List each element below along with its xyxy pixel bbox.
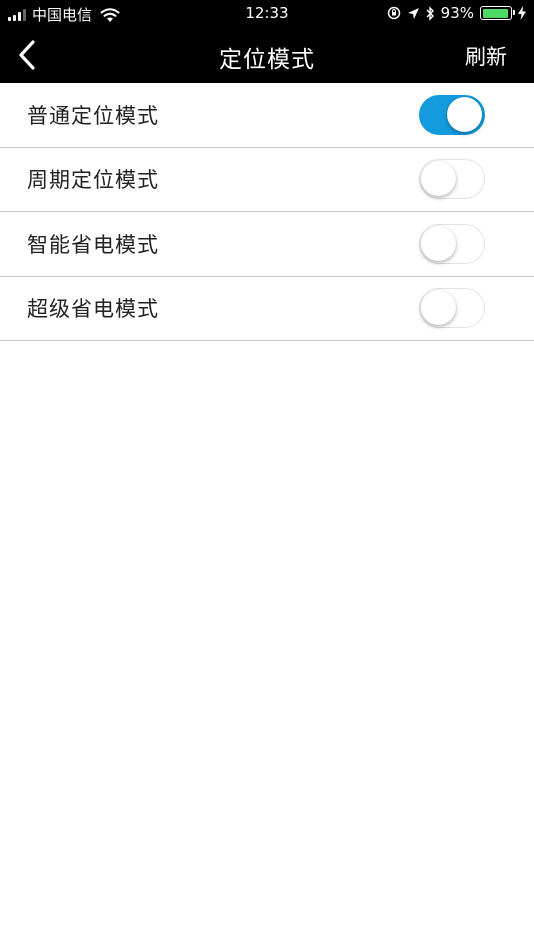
toggle-knob [421, 290, 456, 326]
battery-percentage: 93% [440, 4, 474, 22]
mode-label: 智能省电模式 [27, 232, 159, 257]
mode-label: 普通定位模式 [27, 103, 159, 128]
toggle-knob [421, 225, 456, 261]
mode-label: 超级省电模式 [27, 297, 159, 322]
mode-row-periodic: 周期定位模式 [0, 147, 534, 212]
mode-row-smart-power-saving: 智能省电模式 [0, 212, 534, 277]
smart-power-saving-toggle[interactable] [419, 223, 485, 264]
periodic-mode-toggle[interactable] [419, 159, 485, 200]
battery-tip [513, 10, 515, 15]
mode-row-super-power-saving: 超级省电模式 [0, 276, 534, 341]
bluetooth-icon [426, 5, 434, 21]
battery-fill [482, 8, 508, 18]
mode-row-normal: 普通定位模式 [0, 83, 534, 148]
status-bar: 中国电信 12:33 93% [0, 0, 534, 28]
toggle-knob [421, 161, 456, 197]
mode-list: 普通定位模式 周期定位模式 智能省电模式 超级省电模式 [0, 83, 534, 341]
battery-icon [480, 6, 515, 20]
super-power-saving-toggle[interactable] [419, 288, 485, 329]
location-arrow-icon [407, 7, 419, 19]
toggle-knob [447, 96, 482, 132]
refresh-button[interactable]: 刷新 [465, 41, 507, 71]
orientation-lock-icon [387, 6, 400, 20]
mode-label: 周期定位模式 [27, 168, 159, 193]
status-right: 93% [387, 4, 526, 22]
charging-bolt-icon [518, 6, 526, 20]
nav-bar: 定位模式 刷新 [0, 28, 534, 83]
normal-mode-toggle[interactable] [419, 94, 485, 135]
page-title: 定位模式 [219, 47, 315, 73]
